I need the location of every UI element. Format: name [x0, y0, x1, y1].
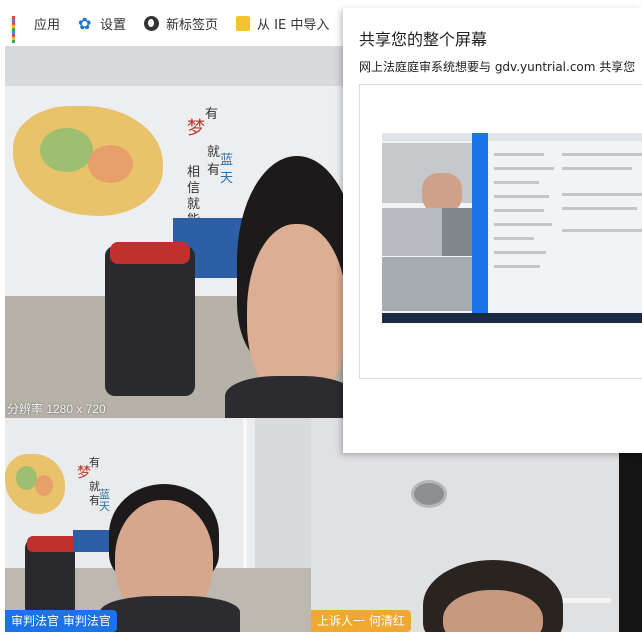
participant-label-appellant: 上诉人一 何清红 — [311, 610, 411, 632]
bookmark-label: 应用 — [34, 17, 61, 33]
wall-calligraphy-char: 蓝 — [220, 153, 234, 168]
share-screen-dialog: 共享您的整个屏幕 网上法庭庭审系统想要与 gdv.yuntrial.com 共享… — [343, 8, 642, 453]
bookmark-new-tab[interactable]: 新标签页 — [144, 14, 218, 33]
dialog-title: 共享您的整个屏幕 — [359, 30, 488, 49]
wall-calligraphy-char: 就 — [187, 197, 201, 212]
participant-label-judge: 审判法官 审判法官 — [5, 610, 117, 632]
resolution-label: 分辨率 1280 x 720 — [7, 402, 106, 416]
bookmark-settings[interactable]: ✿ 设置 — [78, 14, 126, 33]
judge-video-tile[interactable]: 有 梦 就 有 蓝 天 审判法官 审判法官 — [5, 418, 311, 632]
bookmark-import-ie[interactable]: 从 IE 中导入 — [236, 14, 329, 33]
wall-calligraphy-char: 信 — [187, 181, 201, 196]
wall-calligraphy-char: 天 — [220, 171, 234, 186]
wall-calligraphy-char: 有 — [205, 107, 219, 122]
apps-grid-icon — [12, 15, 27, 43]
bookmark-apps[interactable]: 应用 — [12, 14, 61, 43]
folder-icon — [236, 15, 251, 31]
wall-calligraphy-char: 就 — [207, 145, 221, 160]
bookmark-label: 新标签页 — [166, 17, 219, 33]
ceiling-camera — [411, 480, 447, 508]
screen-thumbnail[interactable] — [382, 133, 642, 323]
globe-icon — [144, 15, 160, 31]
bookmark-label: 设置 — [100, 17, 127, 33]
gear-icon: ✿ — [78, 13, 92, 33]
bookmark-label: 从 IE 中导入 — [257, 17, 330, 33]
wall-calligraphy-char: 天 — [99, 500, 110, 513]
dialog-subtitle: 网上法庭庭审系统想要与 gdv.yuntrial.com 共享您 — [359, 60, 636, 74]
main-video-tile[interactable]: 有 梦 就 有 蓝 天 相 信 就 能 看 分辨率 1280 x 720 — [5, 46, 343, 418]
wall-calligraphy-char: 相 — [187, 165, 201, 180]
screen-preview-option[interactable] — [359, 84, 642, 379]
wall-calligraphy-char: 梦 — [77, 465, 91, 481]
wall-calligraphy-char: 梦 — [187, 118, 205, 139]
wall-calligraphy-char: 有 — [207, 163, 221, 178]
